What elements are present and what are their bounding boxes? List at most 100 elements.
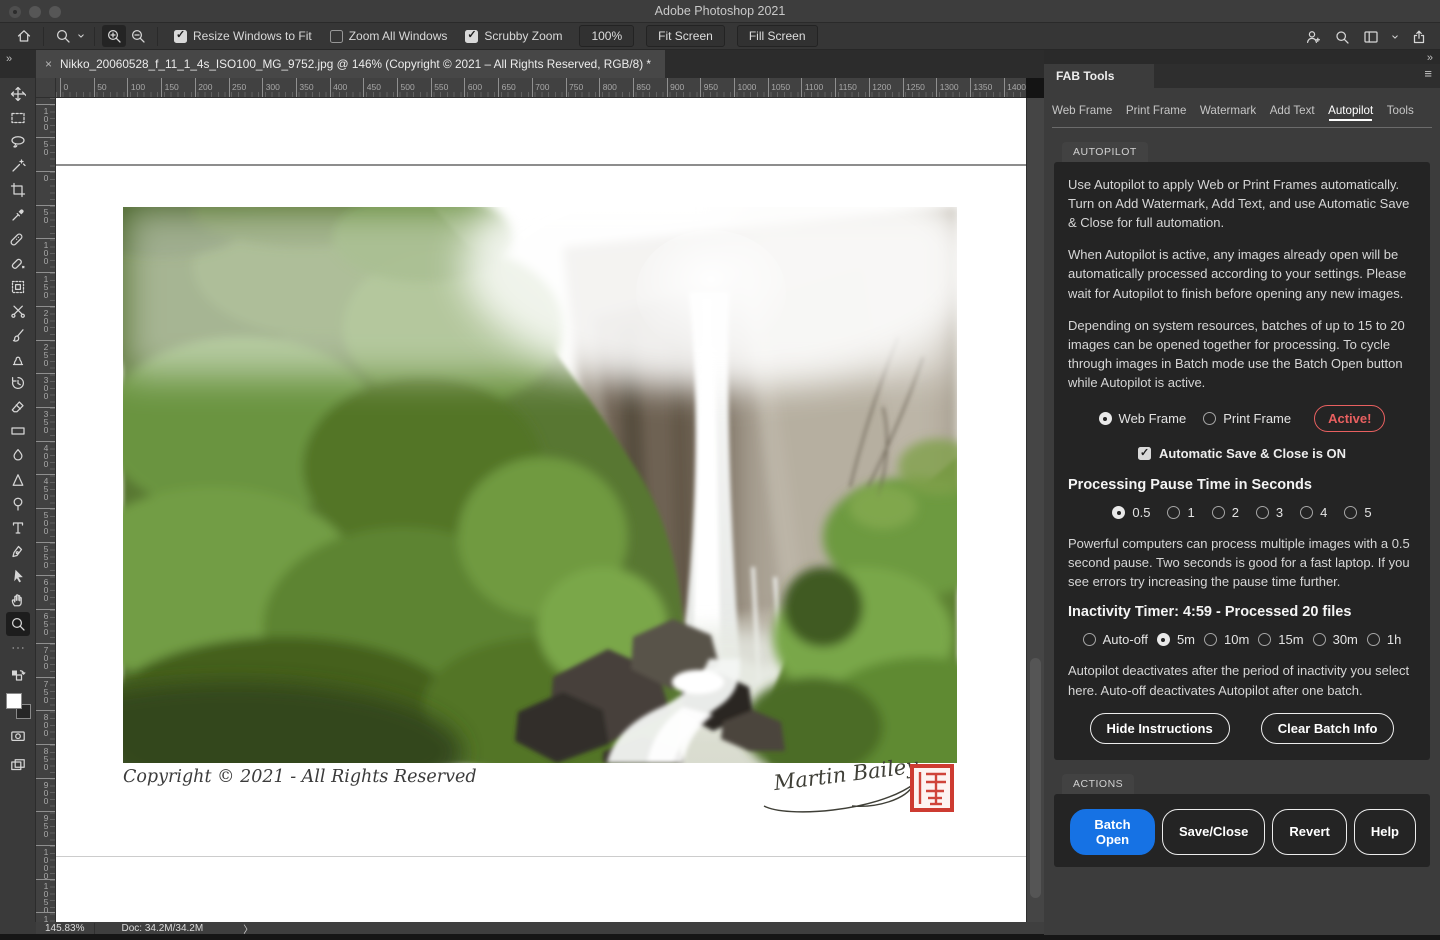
fab-tools-tab[interactable]: FAB Tools	[1044, 64, 1130, 88]
color-swatches[interactable]	[5, 693, 31, 719]
share-icon[interactable]	[1408, 26, 1430, 48]
panel-menu-icon[interactable]: ≡	[1424, 66, 1432, 81]
tab-autopilot[interactable]: Autopilot	[1328, 104, 1373, 119]
scissors-tool[interactable]	[6, 299, 30, 323]
collapse-tools-icon[interactable]: »	[6, 53, 11, 65]
crop-tool[interactable]	[6, 178, 30, 202]
tab-web-frame[interactable]: Web Frame	[1052, 104, 1112, 119]
radio-icon[interactable]	[1300, 506, 1313, 519]
healing-brush-tool[interactable]	[6, 251, 30, 275]
option-checkbox[interactable]: Zoom All Windows	[330, 29, 448, 43]
close-document-icon[interactable]: ×	[45, 57, 52, 71]
blur-tool[interactable]	[6, 443, 30, 467]
chevron-down-icon[interactable]	[75, 25, 87, 47]
spot-healing-brush-tool[interactable]	[6, 227, 30, 251]
save-close-checkbox[interactable]	[1138, 447, 1151, 460]
radio-option-web-frame[interactable]: Web Frame	[1099, 411, 1187, 426]
sharpen-tool[interactable]	[6, 468, 30, 492]
eyedropper-tool[interactable]	[6, 202, 30, 226]
checked-checkbox-icon[interactable]	[174, 30, 187, 43]
screen-mode-tool[interactable]	[6, 753, 30, 777]
radio-option-3[interactable]: 3	[1256, 505, 1283, 520]
hand-tool[interactable]	[6, 588, 30, 612]
document-tab[interactable]: × Nikko_20060528_f_11_1_4s_ISO100_MG_975…	[36, 50, 665, 78]
radio-option-5m[interactable]: 5m	[1157, 632, 1195, 647]
option-checkbox[interactable]: Scrubby Zoom	[465, 29, 562, 43]
rectangular-marquee-tool[interactable]	[6, 106, 30, 130]
zoom-tool[interactable]	[6, 612, 30, 636]
radio-icon[interactable]	[1256, 506, 1269, 519]
options-button[interactable]: Fit Screen	[646, 25, 725, 47]
zoom-in-button[interactable]	[102, 25, 126, 47]
radio-selected-icon[interactable]	[1157, 633, 1170, 646]
move-tool[interactable]	[6, 82, 30, 106]
radio-option-10m[interactable]: 10m	[1204, 632, 1249, 647]
home-icon[interactable]	[12, 25, 36, 47]
active-badge[interactable]: Active!	[1314, 405, 1385, 432]
dodge-tool[interactable]	[6, 492, 30, 516]
radio-icon[interactable]	[1083, 633, 1096, 646]
frame-tool[interactable]	[6, 275, 30, 299]
radio-selected-icon[interactable]	[1099, 412, 1112, 425]
path-selection-tool[interactable]	[6, 564, 30, 588]
options-button[interactable]: Fill Screen	[737, 25, 818, 47]
tab-print-frame[interactable]: Print Frame	[1126, 104, 1187, 119]
tab-add-text[interactable]: Add Text	[1270, 104, 1315, 119]
radio-option-print-frame[interactable]: Print Frame	[1203, 411, 1291, 426]
radio-icon[interactable]	[1258, 633, 1271, 646]
lasso-tool[interactable]	[6, 130, 30, 154]
foreground-color[interactable]	[6, 693, 22, 709]
tab-tools[interactable]: Tools	[1387, 104, 1414, 119]
options-button[interactable]: 100%	[579, 25, 634, 47]
tab-watermark[interactable]: Watermark	[1200, 104, 1256, 119]
radio-icon[interactable]	[1313, 633, 1326, 646]
workspace-icon[interactable]	[1360, 26, 1382, 48]
zoom-out-button[interactable]	[126, 25, 150, 47]
radio-icon[interactable]	[1344, 506, 1357, 519]
save-close-button[interactable]: Save/Close	[1162, 809, 1265, 855]
radio-option-1h[interactable]: 1h	[1367, 632, 1401, 647]
radio-option-0.5[interactable]: 0.5	[1112, 505, 1150, 520]
quick-mask-tool[interactable]	[6, 724, 30, 748]
clear-batch-info-button[interactable]: Clear Batch Info	[1261, 713, 1395, 744]
radio-selected-icon[interactable]	[1112, 506, 1125, 519]
radio-option-4[interactable]: 4	[1300, 505, 1327, 520]
history-brush-tool[interactable]	[6, 371, 30, 395]
eraser-tool[interactable]	[6, 395, 30, 419]
radio-option-auto-off[interactable]: Auto-off	[1083, 632, 1148, 647]
radio-icon[interactable]	[1204, 633, 1217, 646]
gradient-tool[interactable]	[6, 419, 30, 443]
caret-icon[interactable]	[1389, 26, 1401, 48]
radio-icon[interactable]	[1212, 506, 1225, 519]
radio-icon[interactable]	[1367, 633, 1380, 646]
object-selection-tool[interactable]	[6, 154, 30, 178]
zoom-tool-icon[interactable]	[51, 25, 75, 47]
vertical-scrollbar[interactable]	[1026, 98, 1044, 922]
collapse-panel-icon[interactable]: »	[1427, 52, 1432, 64]
swap-colors-tool[interactable]	[6, 664, 30, 688]
help-button[interactable]: Help	[1354, 809, 1416, 855]
invite-people-icon[interactable]	[1302, 26, 1324, 48]
scrollbar-thumb[interactable]	[1030, 658, 1041, 898]
zoom-level-field[interactable]: 145.83%	[36, 923, 95, 934]
type-tool[interactable]	[6, 516, 30, 540]
radio-option-5[interactable]: 5	[1344, 505, 1371, 520]
brush-tool[interactable]	[6, 323, 30, 347]
batch-open-button[interactable]: Batch Open	[1070, 809, 1155, 855]
option-checkbox[interactable]: Resize Windows to Fit	[174, 29, 312, 43]
clone-stamp-tool[interactable]	[6, 347, 30, 371]
radio-icon[interactable]	[1167, 506, 1180, 519]
radio-icon[interactable]	[1203, 412, 1216, 425]
hide-instructions-button[interactable]: Hide Instructions	[1090, 713, 1230, 744]
revert-button[interactable]: Revert	[1272, 809, 1346, 855]
unchecked-checkbox-icon[interactable]	[330, 30, 343, 43]
edit-toolbar-tool[interactable]	[6, 636, 30, 660]
checked-checkbox-icon[interactable]	[465, 30, 478, 43]
radio-option-1[interactable]: 1	[1167, 505, 1194, 520]
radio-option-2[interactable]: 2	[1212, 505, 1239, 520]
search-icon[interactable]	[1331, 26, 1353, 48]
radio-option-15m[interactable]: 15m	[1258, 632, 1303, 647]
pen-tool[interactable]	[6, 540, 30, 564]
radio-option-30m[interactable]: 30m	[1313, 632, 1358, 647]
document-canvas[interactable]: Copyright © 2021 - All Rights Reserved M…	[56, 98, 1026, 922]
